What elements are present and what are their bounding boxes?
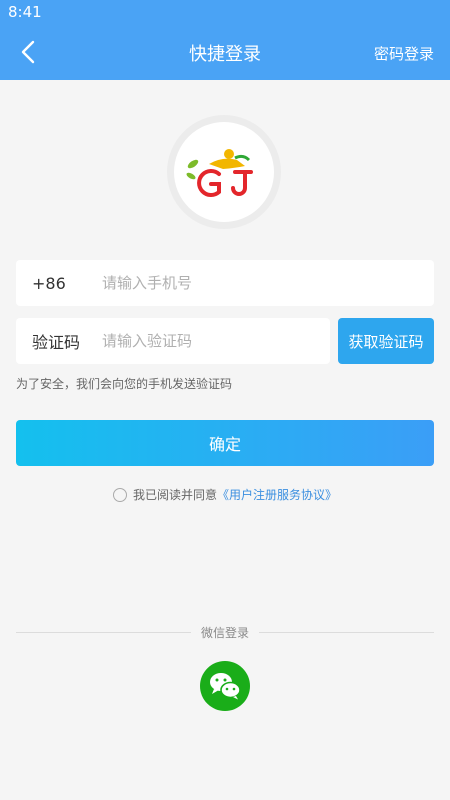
app-logo — [167, 115, 281, 229]
wechat-divider: 微信登录 — [16, 624, 435, 641]
divider-line-left — [16, 632, 191, 633]
divider-label: 微信登录 — [201, 626, 250, 640]
agree-radio[interactable] — [112, 487, 127, 502]
country-code[interactable]: +86 — [16, 274, 86, 293]
password-login-link[interactable]: 密码登录 — [374, 43, 434, 64]
agreement-link[interactable]: 《用户注册服务协议》 — [217, 486, 337, 503]
app-header: 8:41 快捷登录 密码登录 — [0, 0, 450, 80]
get-code-button[interactable]: 获取验证码 — [338, 318, 434, 364]
phone-field: +86 — [16, 260, 434, 306]
wechat-icon — [210, 673, 241, 700]
phone-input[interactable] — [86, 260, 434, 306]
security-hint: 为了安全，我们会向您的手机发送验证码 — [16, 377, 233, 391]
status-time: 8:41 — [8, 3, 42, 21]
agreement-text: 我已阅读并同意 — [132, 488, 217, 502]
code-label: 验证码 — [32, 333, 81, 352]
agreement-row: 我已阅读并同意 《用户注册服务协议》 — [0, 486, 450, 503]
code-input[interactable] — [102, 318, 330, 364]
logo-badge — [174, 122, 274, 222]
cyclist-logo-icon — [186, 149, 253, 197]
wechat-login-button[interactable] — [200, 661, 250, 711]
confirm-button[interactable]: 确定 — [16, 420, 434, 466]
divider-line-right — [259, 632, 435, 633]
code-field: 验证码 — [16, 318, 330, 364]
